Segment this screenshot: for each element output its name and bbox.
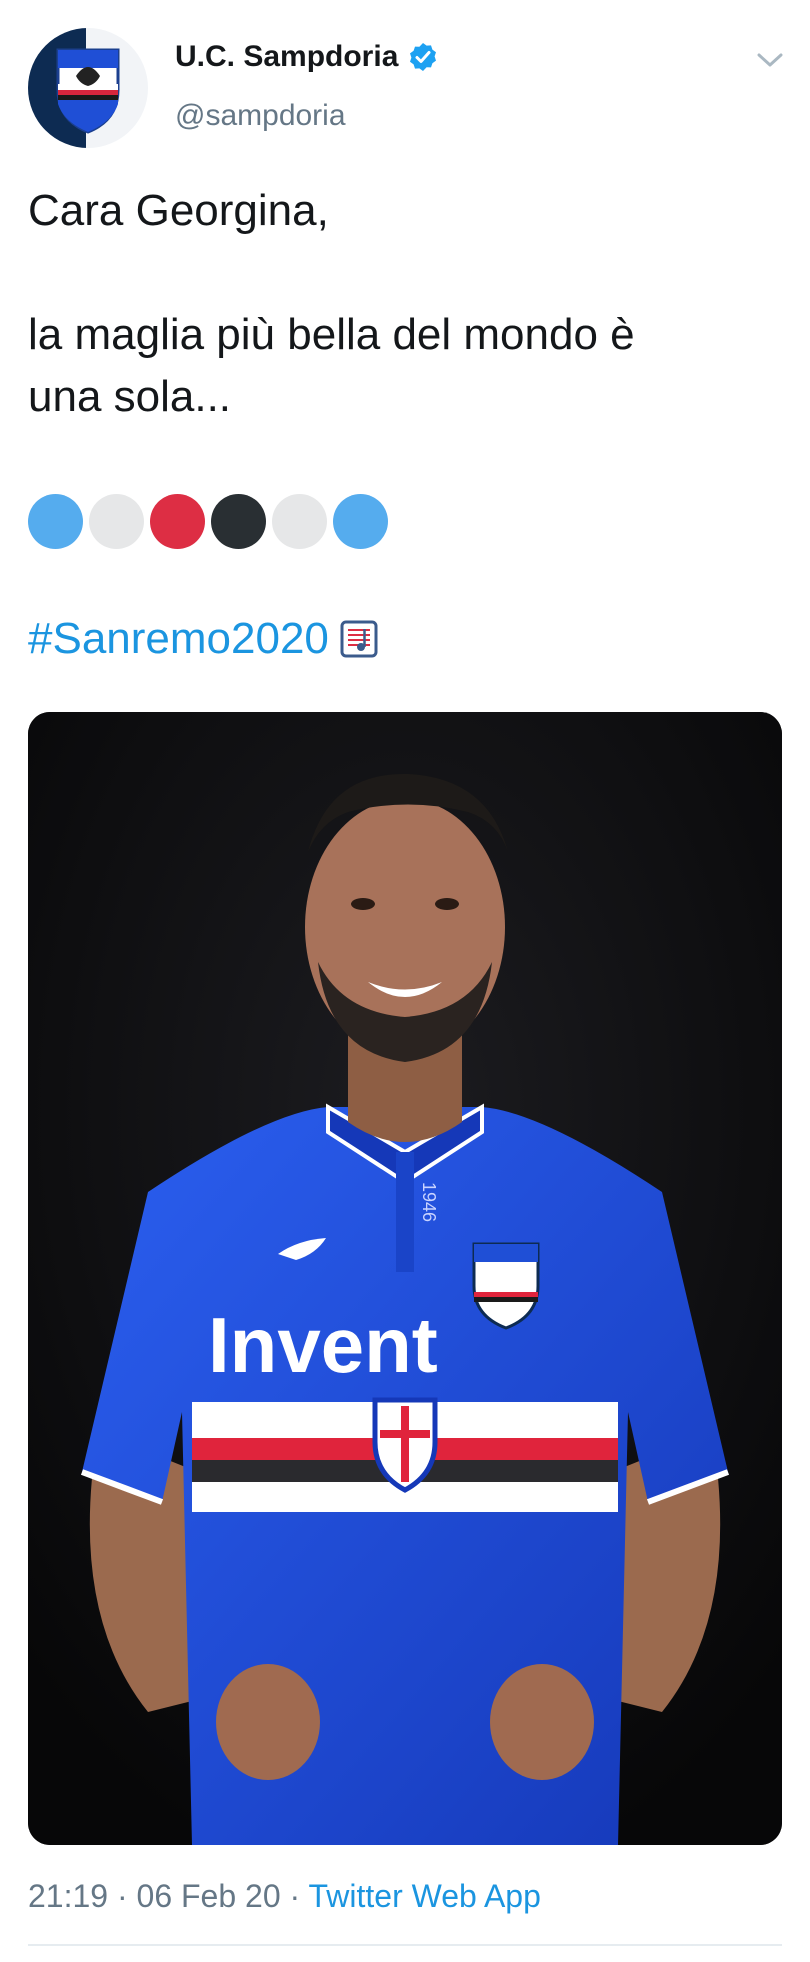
verified-badge-icon [410, 43, 437, 71]
blue-circle-emoji [28, 494, 83, 549]
hashtag-link[interactable]: #Sanremo2020 [28, 614, 329, 664]
collar-year-text: 1946 [419, 1182, 439, 1222]
tweet-photo[interactable]: Invent 1946 [28, 712, 782, 1845]
white-circle-emoji [272, 494, 327, 549]
player-photo-illustration: Invent 1946 [28, 712, 782, 1845]
black-circle-emoji [211, 494, 266, 549]
meta-separator: · [116, 1878, 128, 1914]
chevron-down-icon[interactable] [755, 50, 785, 70]
musical-score-icon [340, 620, 378, 658]
meta-separator: · [289, 1878, 301, 1914]
author-handle[interactable]: @sampdoria [175, 99, 346, 133]
tweet-meta: 21:19 · 06 Feb 20 · Twitter Web App [28, 1878, 541, 1915]
red-circle-emoji [150, 494, 205, 549]
author-name[interactable]: U.C. Sampdoria [175, 40, 398, 74]
tweet-text-greeting: Cara Georgina, [28, 186, 329, 235]
shirt-sponsor-text: Invent [208, 1301, 438, 1389]
blue-circle-emoji [333, 494, 388, 549]
tweet-time[interactable]: 21:19 [28, 1878, 108, 1914]
avatar[interactable] [28, 28, 148, 148]
sampdoria-crest-icon [28, 28, 148, 148]
tweet-source-link[interactable]: Twitter Web App [308, 1878, 540, 1914]
tweet-date[interactable]: 06 Feb 20 [137, 1878, 281, 1914]
color-circle-emojis [28, 494, 388, 549]
tweet-text-line-2: una sola... [28, 372, 232, 421]
tweet-text-line-1: la maglia più bella del mondo è [28, 310, 635, 359]
white-circle-emoji [89, 494, 144, 549]
divider [28, 1944, 782, 1946]
